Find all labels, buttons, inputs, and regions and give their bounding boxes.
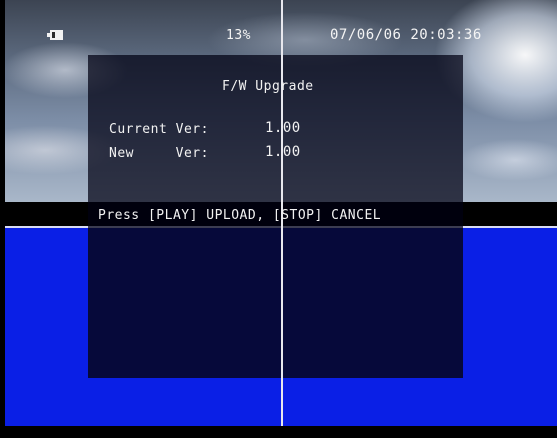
current-version-value: 1.00 <box>265 120 301 136</box>
camera-screen: 13% 07/06/06 20:03:36 F/W Upgrade Curren… <box>0 0 557 438</box>
current-version-label: Current Ver: <box>109 122 209 137</box>
date-time: 07/06/06 20:03:36 <box>330 27 482 43</box>
battery-icon <box>47 30 63 40</box>
battery-percent: 13% <box>226 28 251 43</box>
left-border <box>0 0 5 438</box>
dialog-title: F/W Upgrade <box>222 79 314 94</box>
new-version-value: 1.00 <box>265 144 301 160</box>
bottom-border <box>0 426 557 438</box>
upload-instruction: Press [PLAY] UPLOAD, [STOP] CANCEL <box>98 208 382 223</box>
new-version-label: New Ver: <box>109 146 209 161</box>
dialog-lower-panel <box>88 228 463 378</box>
